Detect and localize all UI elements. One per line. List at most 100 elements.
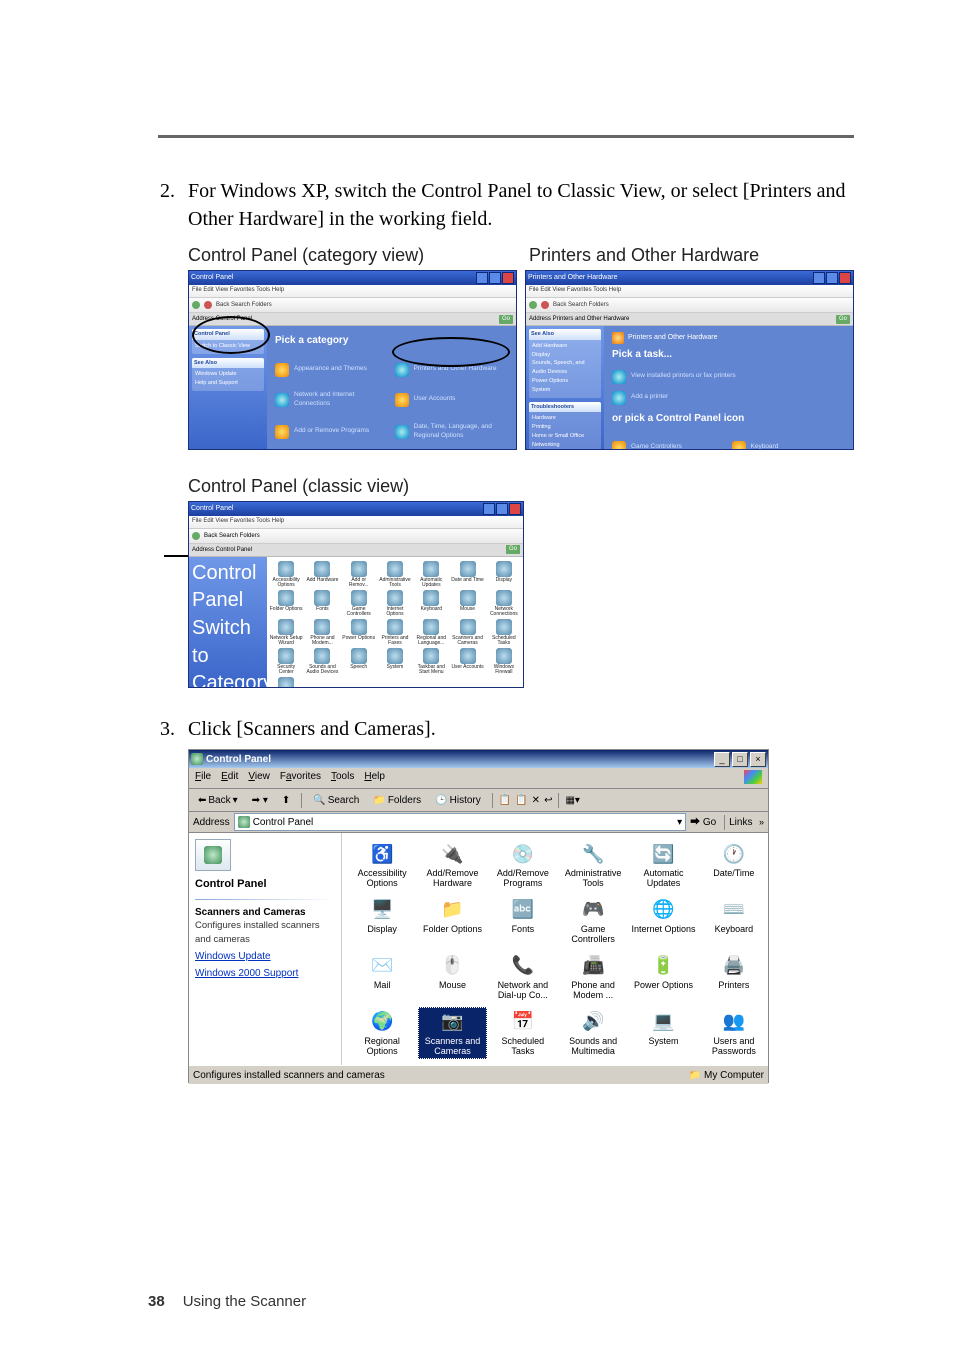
forward-button[interactable]: ➡ ▾ [247, 792, 273, 810]
sidebar-link[interactable]: System [532, 386, 598, 395]
cp-icon-item[interactable]: ⌨️Keyboard [700, 895, 768, 947]
maximize-button[interactable] [826, 272, 838, 284]
cp-icon-item[interactable]: Game Controllers [342, 590, 376, 617]
close-button[interactable] [509, 503, 521, 515]
cp-icon-item[interactable]: Folder Options [269, 590, 303, 617]
back-button[interactable]: ⬅ Back ▾ [193, 792, 243, 810]
cp-icon-item[interactable]: 🌍Regional Options [348, 1007, 416, 1059]
go-button[interactable]: Go [499, 315, 513, 324]
category-item[interactable]: Network and Internet Connections [275, 391, 389, 409]
cp-icon-item[interactable]: 🖥️Display [348, 895, 416, 947]
minimize-button[interactable] [476, 272, 488, 284]
cp-icon-item[interactable]: 🔌Add/Remove Hardware [418, 839, 486, 891]
cp-icon-item[interactable]: Network Connections [487, 590, 521, 617]
menu-favorites[interactable]: Favorites [280, 770, 321, 786]
toolbar-icon[interactable]: 📋 [515, 794, 527, 808]
category-item[interactable]: Appearance and Themes [275, 363, 389, 377]
sidebar-link[interactable]: Windows Update [195, 370, 261, 379]
sidebar-link[interactable]: Hardware [532, 414, 598, 423]
cp-icon-item[interactable]: Automatic Updates [414, 561, 448, 588]
toolbar[interactable]: ⬅ Back ▾ ➡ ▾ ⬆ 🔍 Search 📁 Folders 🕒 Hist… [189, 789, 768, 812]
forward-icon[interactable] [541, 301, 549, 309]
minimize-button[interactable] [483, 503, 495, 515]
toolbar[interactable]: Back Search Folders [189, 529, 523, 544]
cp-icon-item[interactable]: Mouse [450, 590, 484, 617]
cp-icon-item[interactable]: Administrative Tools [378, 561, 412, 588]
cp-icon-item[interactable]: Network Setup Wizard [269, 619, 303, 646]
toolbar-icon[interactable]: 📋 [499, 794, 511, 808]
menu-file[interactable]: File [195, 770, 211, 786]
cp-icon-item[interactable]: Internet Options [378, 590, 412, 617]
cp-icon-item[interactable]: 🌐Internet Options [629, 895, 697, 947]
sidebar-link[interactable]: Home or Small Office Networking [532, 432, 598, 450]
cp-icon-item[interactable]: 🕐Date/Time [700, 839, 768, 891]
windows-update-link[interactable]: Windows Update [195, 950, 335, 964]
cp-icon-item[interactable]: 💿Add/Remove Programs [489, 839, 557, 891]
minimize-button[interactable]: _ [714, 752, 730, 767]
cp-icon-item[interactable]: Date and Time [450, 561, 484, 588]
address-bar[interactable]: Address Control PanelGo [189, 313, 516, 326]
cp-icon-item[interactable]: 📠Phone and Modem ... [559, 951, 627, 1003]
cp-icon-item[interactable]: Display [487, 561, 521, 588]
cp-icon-item[interactable]: Add Hardware [305, 561, 339, 588]
menu-bar[interactable]: File Edit View Favorites Tools Help [526, 285, 853, 298]
maximize-button[interactable] [496, 503, 508, 515]
maximize-button[interactable] [489, 272, 501, 284]
switch-view-link[interactable]: Switch to Category View [192, 617, 273, 688]
sidebar-link[interactable]: Printing [532, 423, 598, 432]
folders-button[interactable]: 📁 Folders [368, 792, 426, 810]
cp-icon-item[interactable]: Keyboard [414, 590, 448, 617]
address-bar[interactable]: Address Control Panel▾ ⮕ Go Links » [189, 812, 768, 833]
cp-icon-item[interactable]: 📞Network and Dial-up Co... [489, 951, 557, 1003]
cp-icon-item[interactable]: Scheduled Tasks [487, 619, 521, 646]
sidebar-link[interactable]: Help and Support [195, 379, 261, 388]
back-icon[interactable] [192, 532, 200, 540]
cp-icon-item[interactable]: 📅Scheduled Tasks [489, 1007, 557, 1059]
task-item[interactable]: Add a printer [612, 391, 845, 405]
links-label[interactable]: Links [729, 816, 752, 830]
menu-bar[interactable]: File Edit View Favorites Tools Help [189, 516, 523, 529]
menu-bar[interactable]: File Edit View Favorites Tools Help [189, 768, 768, 789]
sidebar-link[interactable]: Sounds, Speech, and Audio Devices [532, 359, 598, 377]
cp-icon-item[interactable]: Speech [342, 648, 376, 675]
forward-icon[interactable] [204, 301, 212, 309]
cp-icon-item[interactable]: Scanners and Cameras [450, 619, 484, 646]
cp-icon-item[interactable]: Taskbar and Start Menu [414, 648, 448, 675]
windows-2000-support-link[interactable]: Windows 2000 Support [195, 967, 335, 981]
close-button[interactable] [502, 272, 514, 284]
cp-icon-item[interactable]: 🖱️Mouse [418, 951, 486, 1003]
cp-icon-item[interactable]: System [378, 648, 412, 675]
menu-help[interactable]: Help [364, 770, 385, 786]
cp-icon-item[interactable]: Game Controllers [612, 441, 726, 450]
up-button[interactable]: ⬆ [277, 792, 295, 810]
cp-icon-item[interactable]: Keyboard [732, 441, 846, 450]
menu-edit[interactable]: Edit [221, 770, 238, 786]
cp-icon-item[interactable]: 🔤Fonts [489, 895, 557, 947]
cp-icon-item[interactable]: Printers and Faxes [378, 619, 412, 646]
address-bar[interactable]: Address Printers and Other HardwareGo [526, 313, 853, 326]
toolbar-icon[interactable]: ↩ [544, 794, 552, 808]
sidebar-link[interactable]: Power Options [532, 377, 598, 386]
go-button[interactable]: Go [506, 545, 520, 554]
cp-icon-item[interactable]: Regional and Language... [414, 619, 448, 646]
cp-icon-item[interactable]: Wireless Network Set... [269, 677, 303, 688]
maximize-button[interactable]: □ [732, 752, 748, 767]
category-item[interactable]: User Accounts [395, 391, 509, 409]
category-item[interactable]: Printers and Other Hardware [395, 363, 509, 377]
minimize-button[interactable] [813, 272, 825, 284]
address-field[interactable]: Control Panel▾ [234, 813, 686, 831]
cp-icon-item[interactable]: Phone and Modem... [305, 619, 339, 646]
views-button[interactable]: ▦▾ [565, 794, 579, 808]
cp-icon-item[interactable]: Add or Remov... [342, 561, 376, 588]
cp-icon-item[interactable]: Accessibility Options [269, 561, 303, 588]
sidebar-link[interactable]: Display [532, 351, 598, 360]
cp-icon-item[interactable]: Sounds and Audio Devices [305, 648, 339, 675]
cp-icon-item[interactable]: ✉️Mail [348, 951, 416, 1003]
back-icon[interactable] [529, 301, 537, 309]
menu-view[interactable]: View [248, 770, 270, 786]
toolbar[interactable]: Back Search Folders [189, 298, 516, 313]
category-item[interactable]: Date, Time, Language, and Regional Optio… [395, 423, 509, 441]
cp-icon-item[interactable]: 🔄Automatic Updates [629, 839, 697, 891]
cp-icon-item[interactable]: User Accounts [450, 648, 484, 675]
close-button[interactable]: × [750, 752, 766, 767]
